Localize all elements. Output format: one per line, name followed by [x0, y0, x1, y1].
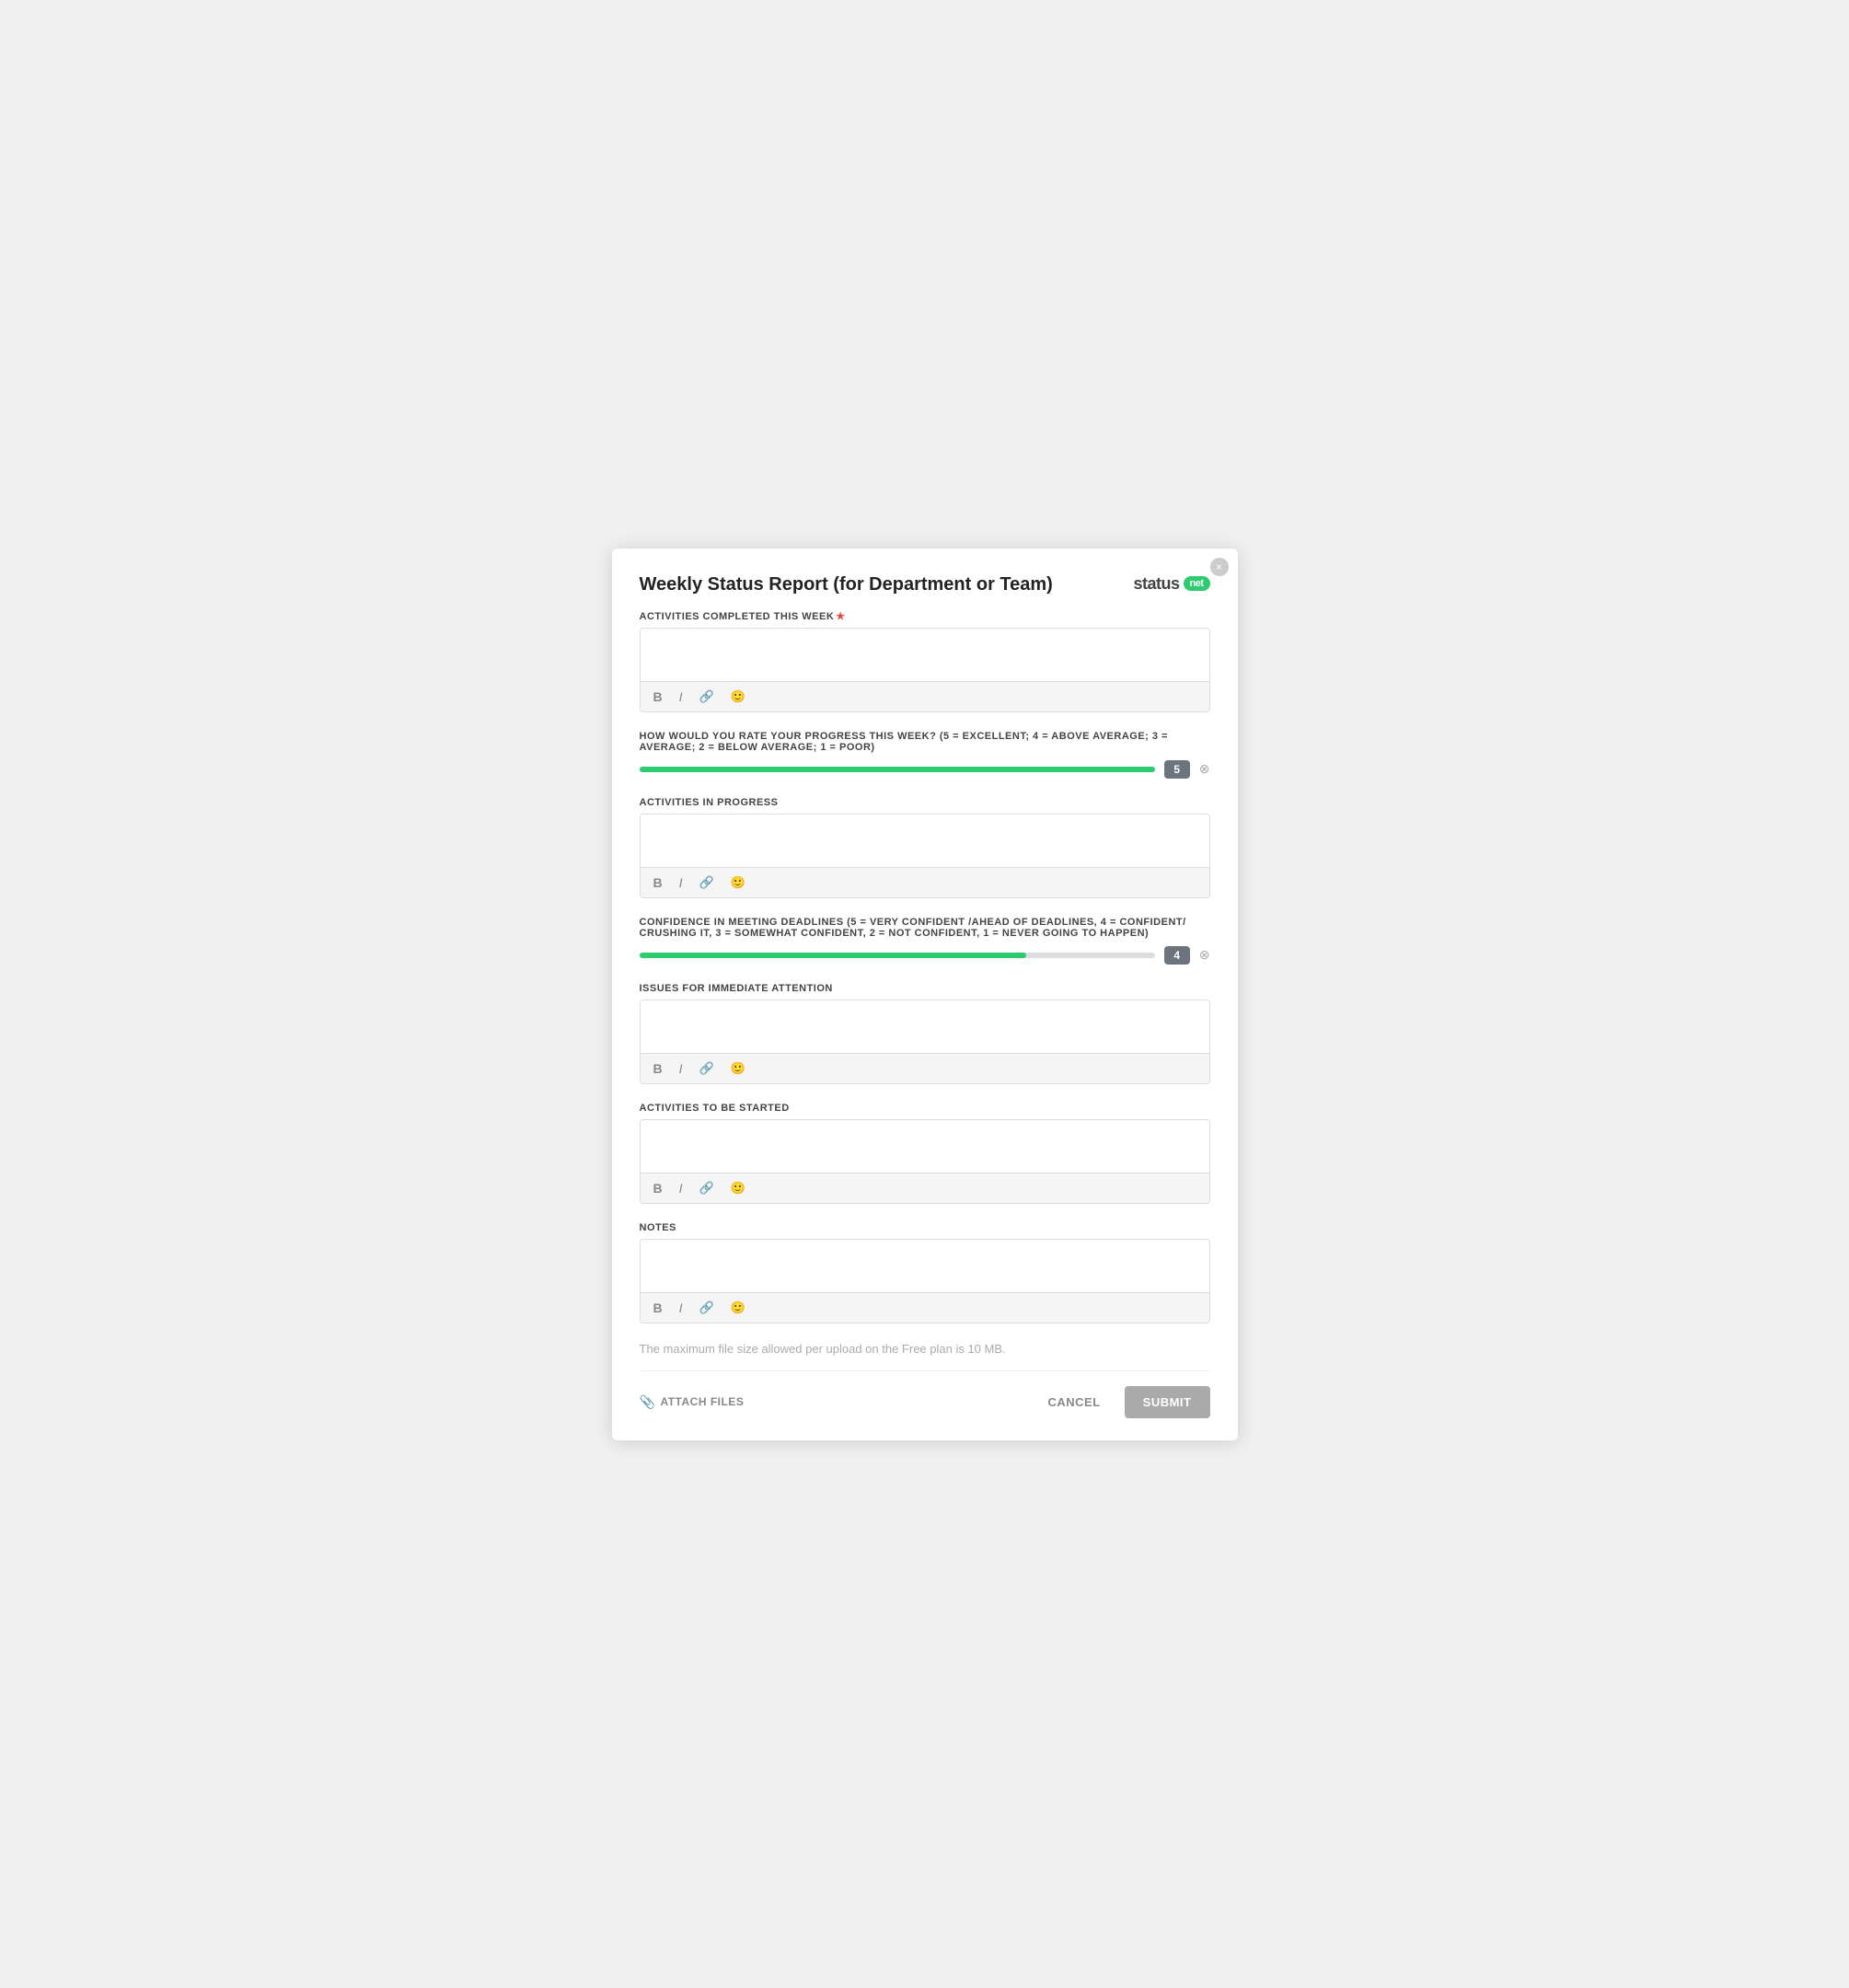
confidence-slider-value: 4 — [1164, 946, 1190, 965]
emoji-button-1[interactable]: 🙂 — [727, 688, 749, 706]
notes-editor: B I 🔗 🙂 — [640, 1239, 1210, 1323]
form-actions: CANCEL SUBMIT — [1034, 1386, 1209, 1418]
close-button[interactable]: × — [1210, 558, 1229, 576]
link-button-3[interactable]: 🔗 — [696, 1059, 718, 1078]
activities-in-progress-editor: B I 🔗 🙂 — [640, 814, 1210, 898]
submit-button[interactable]: SUBMIT — [1125, 1386, 1210, 1418]
activities-in-progress-toolbar: B I 🔗 🙂 — [641, 867, 1209, 897]
activities-in-progress-section: ACTIVITIES IN PROGRESS B I 🔗 🙂 — [640, 797, 1210, 898]
issues-section: ISSUES FOR IMMEDIATE ATTENTION B I 🔗 🙂 — [640, 983, 1210, 1084]
link-button-2[interactable]: 🔗 — [696, 873, 718, 892]
notes-input[interactable] — [641, 1240, 1209, 1288]
bold-button-5[interactable]: B — [650, 1299, 666, 1317]
activities-completed-section: ACTIVITIES COMPLETED THIS WEEK★ B I 🔗 🙂 — [640, 610, 1210, 712]
confidence-slider-wrapper: 4 ⊗ — [640, 946, 1210, 965]
bold-button-2[interactable]: B — [650, 873, 666, 892]
italic-button-4[interactable]: I — [676, 1179, 687, 1197]
brand-name: status — [1133, 574, 1179, 594]
emoji-button-2[interactable]: 🙂 — [727, 873, 749, 892]
italic-button-1[interactable]: I — [676, 688, 687, 706]
modal-title: Weekly Status Report (for Department or … — [640, 574, 1053, 595]
weekly-status-report-modal: × Weekly Status Report (for Department o… — [612, 549, 1238, 1440]
link-button-5[interactable]: 🔗 — [696, 1299, 718, 1317]
notes-label: NOTES — [640, 1222, 1210, 1233]
confidence-label: CONFIDENCE IN MEETING DEADLINES (5 = VER… — [640, 917, 1210, 939]
confidence-slider-fill — [640, 953, 1026, 958]
activities-completed-label: ACTIVITIES COMPLETED THIS WEEK★ — [640, 610, 1210, 622]
issues-label: ISSUES FOR IMMEDIATE ATTENTION — [640, 983, 1210, 994]
progress-slider-value: 5 — [1164, 760, 1190, 779]
activities-to-start-input[interactable] — [641, 1120, 1209, 1168]
progress-slider-track — [640, 767, 1155, 772]
activities-to-start-label: ACTIVITIES TO BE STARTED — [640, 1103, 1210, 1114]
bold-button-3[interactable]: B — [650, 1059, 666, 1078]
activities-completed-editor: B I 🔗 🙂 — [640, 628, 1210, 712]
required-indicator: ★ — [836, 611, 845, 622]
modal-header: Weekly Status Report (for Department or … — [640, 574, 1210, 595]
paperclip-icon: 📎 — [640, 1394, 656, 1410]
activities-in-progress-label: ACTIVITIES IN PROGRESS — [640, 797, 1210, 808]
activities-to-start-editor: B I 🔗 🙂 — [640, 1119, 1210, 1204]
brand-logo: status net — [1133, 574, 1209, 594]
notes-section: NOTES B I 🔗 🙂 — [640, 1222, 1210, 1323]
activities-in-progress-input[interactable] — [641, 815, 1209, 862]
brand-badge: net — [1184, 576, 1210, 591]
notes-toolbar: B I 🔗 🙂 — [641, 1292, 1209, 1323]
modal-footer: 📎 ATTACH FILES CANCEL SUBMIT — [640, 1370, 1210, 1418]
file-size-note: The maximum file size allowed per upload… — [640, 1342, 1210, 1356]
confidence-slider-track — [640, 953, 1155, 958]
italic-button-2[interactable]: I — [676, 873, 687, 892]
footer-area: The maximum file size allowed per upload… — [640, 1342, 1210, 1418]
progress-slider-clear[interactable]: ⊗ — [1199, 761, 1210, 777]
link-button-1[interactable]: 🔗 — [696, 688, 718, 706]
progress-rating-section: HOW WOULD YOU RATE YOUR PROGRESS THIS WE… — [640, 731, 1210, 779]
cancel-button[interactable]: CANCEL — [1034, 1388, 1113, 1416]
activities-completed-toolbar: B I 🔗 🙂 — [641, 681, 1209, 711]
emoji-button-3[interactable]: 🙂 — [727, 1059, 749, 1078]
link-button-4[interactable]: 🔗 — [696, 1179, 718, 1197]
progress-rating-label: HOW WOULD YOU RATE YOUR PROGRESS THIS WE… — [640, 731, 1210, 753]
emoji-button-5[interactable]: 🙂 — [727, 1299, 749, 1317]
issues-input[interactable] — [641, 1000, 1209, 1048]
issues-editor: B I 🔗 🙂 — [640, 1000, 1210, 1084]
attach-files-button[interactable]: 📎 ATTACH FILES — [640, 1394, 745, 1410]
italic-button-5[interactable]: I — [676, 1299, 687, 1317]
progress-slider-fill — [640, 767, 1155, 772]
activities-to-start-section: ACTIVITIES TO BE STARTED B I 🔗 🙂 — [640, 1103, 1210, 1204]
progress-slider-wrapper: 5 ⊗ — [640, 760, 1210, 779]
activities-to-start-toolbar: B I 🔗 🙂 — [641, 1173, 1209, 1203]
confidence-section: CONFIDENCE IN MEETING DEADLINES (5 = VER… — [640, 917, 1210, 965]
italic-button-3[interactable]: I — [676, 1059, 687, 1078]
bold-button-1[interactable]: B — [650, 688, 666, 706]
issues-toolbar: B I 🔗 🙂 — [641, 1053, 1209, 1083]
emoji-button-4[interactable]: 🙂 — [727, 1179, 749, 1197]
bold-button-4[interactable]: B — [650, 1179, 666, 1197]
confidence-slider-clear[interactable]: ⊗ — [1199, 947, 1210, 963]
activities-completed-input[interactable] — [641, 629, 1209, 676]
